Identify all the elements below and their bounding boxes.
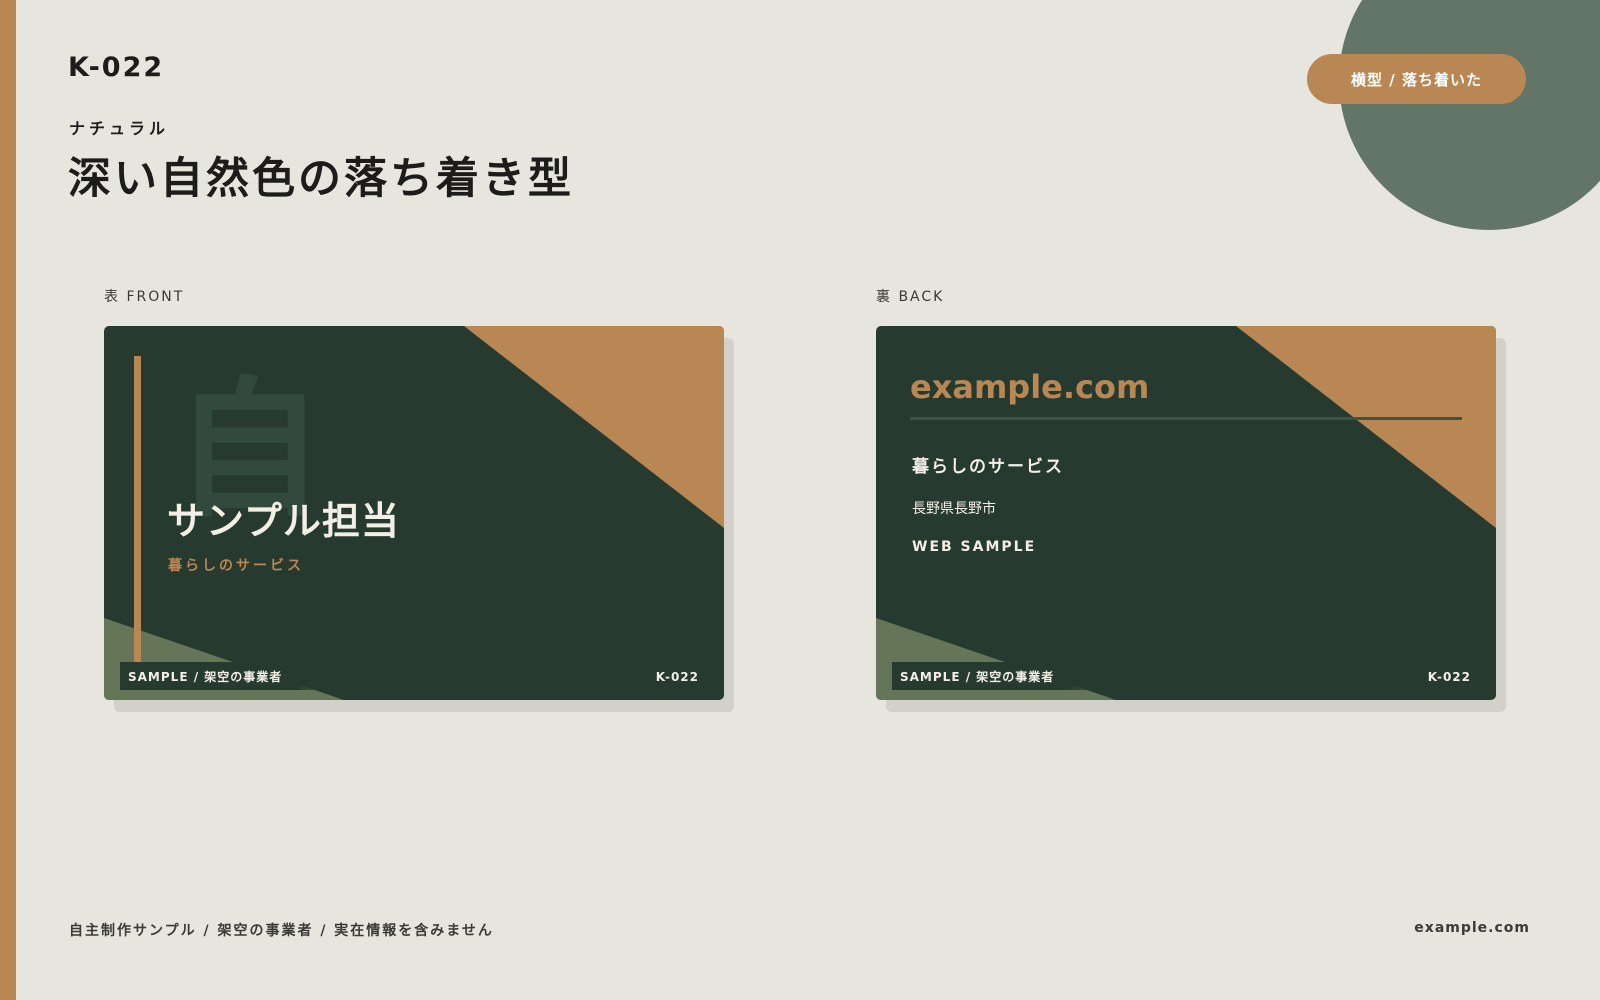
- person-name: サンプル担当: [167, 499, 400, 543]
- accent-triangle: [1236, 326, 1496, 528]
- accent-triangle: [464, 326, 724, 528]
- site-url: example.com: [1414, 920, 1530, 936]
- divider-rule: [910, 417, 1462, 420]
- back-card-code: K-022: [1427, 670, 1471, 684]
- design-code: K-022: [68, 52, 165, 83]
- page-title: 深い自然色の落ち着き型: [68, 154, 574, 204]
- web-label: WEB SAMPLE: [912, 539, 1037, 555]
- disclaimer: 自主制作サンプル / 架空の事業者 / 実在情報を含みません: [69, 923, 494, 939]
- front-card-code: K-022: [655, 670, 699, 684]
- address: 長野県長野市: [912, 501, 996, 517]
- style-tag: 横型 / 落ち着いた: [1307, 54, 1526, 104]
- left-accent-bar: [0, 0, 16, 1000]
- front-card: 自 サンプル担当 暮らしのサービス SAMPLE / 架空の事業者 K-022: [104, 326, 724, 700]
- vertical-accent-bar: [134, 356, 141, 666]
- back-card: example.com 暮らしのサービス 長野県長野市 WEB SAMPLE S…: [876, 326, 1496, 700]
- back-company-name: 暮らしのサービス: [912, 457, 1064, 477]
- back-sample-tag: SAMPLE / 架空の事業者: [892, 662, 1119, 690]
- front-sample-tag: SAMPLE / 架空の事業者: [120, 662, 347, 690]
- back-label: 裏 BACK: [876, 289, 945, 305]
- front-label: 表 FRONT: [104, 289, 185, 305]
- website-url: example.com: [910, 368, 1150, 406]
- decorative-circle: [1339, 0, 1600, 230]
- front-company-name: 暮らしのサービス: [168, 558, 304, 574]
- category-label: ナチュラル: [69, 119, 170, 138]
